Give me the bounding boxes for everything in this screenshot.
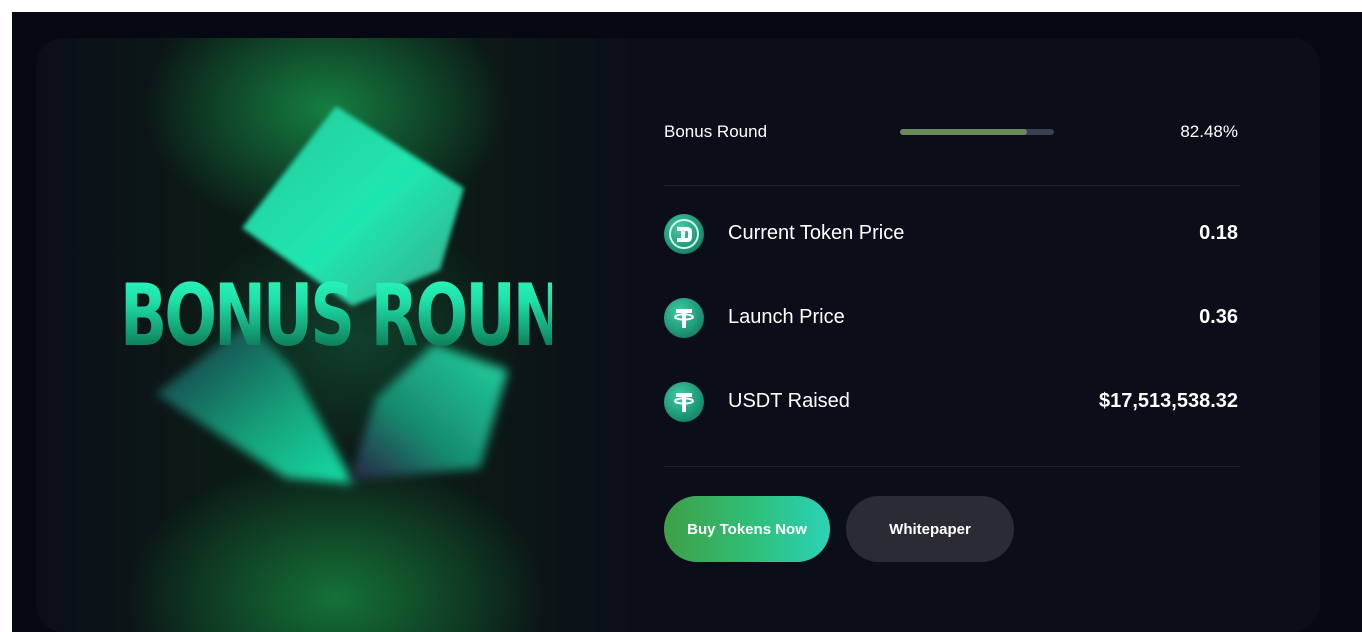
bonus-round-hero-artwork: BONUS ROUND	[36, 38, 636, 632]
stat-row-current-token-price: Current Token Price 0.18	[664, 212, 1240, 256]
round-label: Bonus Round	[664, 122, 768, 141]
bottom-divider	[664, 466, 1240, 467]
launch-price-value: 0.36	[1199, 306, 1238, 328]
round-progress-row: Bonus Round 82.48%	[664, 116, 1240, 146]
dagger-token-icon	[664, 214, 704, 254]
stat-row-usdt-raised: USDT Raised $17,513,538.32	[664, 380, 1240, 424]
buy-tokens-button[interactable]: Buy Tokens Now	[664, 496, 830, 562]
whitepaper-button[interactable]: Whitepaper	[846, 496, 1014, 562]
page-background: BONUS ROUND Bonus Round 82.48% Current T…	[12, 12, 1362, 632]
current-token-price-value: 0.18	[1199, 222, 1238, 244]
presale-stats-panel: Bonus Round 82.48% Current Token Price 0…	[664, 38, 1240, 632]
presale-card: BONUS ROUND Bonus Round 82.48% Current T…	[36, 38, 1320, 632]
top-divider	[664, 185, 1240, 186]
round-progress-value: 82.48%	[1180, 122, 1238, 141]
launch-price-label: Launch Price	[728, 306, 845, 328]
round-progress-bar	[900, 129, 1054, 135]
tether-icon	[664, 298, 704, 338]
current-token-price-label: Current Token Price	[728, 222, 905, 244]
round-progress-fill	[900, 129, 1028, 135]
usdt-raised-value: $17,513,538.32	[1098, 390, 1238, 412]
tether-icon	[664, 382, 704, 422]
usdt-raised-label: USDT Raised	[728, 390, 850, 412]
stat-row-launch-price: Launch Price 0.36	[664, 296, 1240, 340]
hero-title: BONUS ROUND	[119, 266, 613, 366]
